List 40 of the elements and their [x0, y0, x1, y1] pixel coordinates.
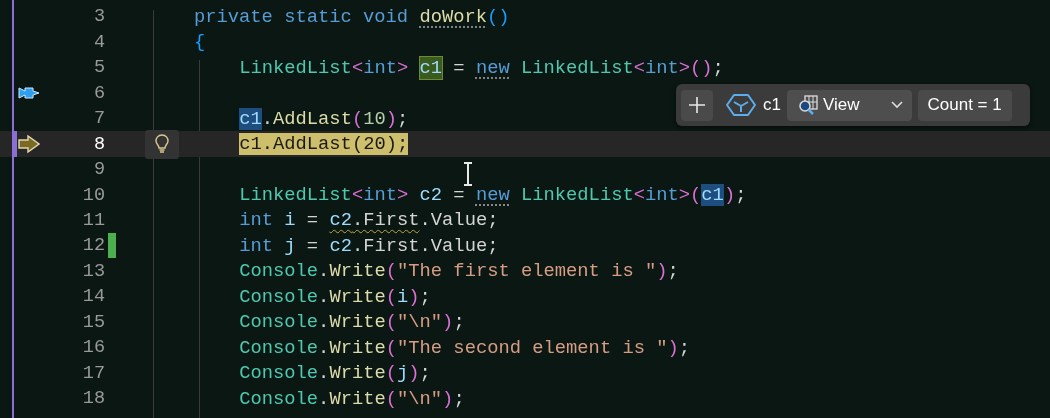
code-line: c1.AddLast(10);: [238, 107, 409, 130]
plus-icon: [688, 96, 706, 114]
expression-name: c1: [763, 95, 781, 115]
cube-icon: [725, 93, 757, 117]
view-button[interactable]: View: [786, 89, 912, 121]
code-line: Console.Write("The first element is ");: [238, 260, 679, 283]
magnifier-icon: [796, 94, 819, 116]
code-line: int j = c2.First.Value;: [238, 234, 499, 257]
code-line: LinkedList<int> c1 = new LinkedList<int>();: [238, 56, 724, 79]
value-label: Count = 1: [917, 89, 1012, 121]
code-line: {: [194, 31, 206, 54]
line-number: 17: [81, 362, 105, 384]
lightbulb-icon[interactable]: [145, 129, 179, 159]
line-number: 6: [92, 82, 105, 104]
line-number: 12: [81, 235, 105, 257]
code-line: Console.Write("\n");: [238, 311, 465, 334]
line-number: 18: [81, 388, 105, 410]
add-button[interactable]: [681, 89, 713, 121]
line-number: 7: [92, 108, 105, 130]
line-number: 4: [92, 31, 105, 53]
caret-icon: [889, 100, 904, 110]
line-number: 8: [92, 133, 105, 155]
line-number: 5: [92, 57, 105, 79]
code-line: Console.Write(i);: [238, 285, 431, 308]
line-number: 15: [81, 311, 105, 333]
text-cursor-icon: [462, 162, 474, 186]
code-line: LinkedList<int> c2 = new LinkedList<int>(c1);: [238, 184, 747, 206]
line-number: 14: [81, 286, 105, 308]
pin-icon[interactable]: [18, 85, 40, 102]
code-line: Console.Write("The second element is ");: [238, 336, 691, 359]
line-number: 11: [81, 210, 105, 231]
line-number: 10: [81, 184, 105, 206]
code-line: private static void doWork(): [194, 5, 510, 28]
code-line: int i = c2.First.Value;: [238, 209, 499, 232]
line-number: 16: [81, 337, 105, 359]
code-line: Console.Write(j);: [238, 362, 431, 385]
line-number: 13: [81, 260, 105, 282]
code-line: Console.Write("\n");: [238, 387, 465, 410]
line-number: 3: [92, 6, 105, 28]
line-number: 9: [92, 159, 105, 181]
